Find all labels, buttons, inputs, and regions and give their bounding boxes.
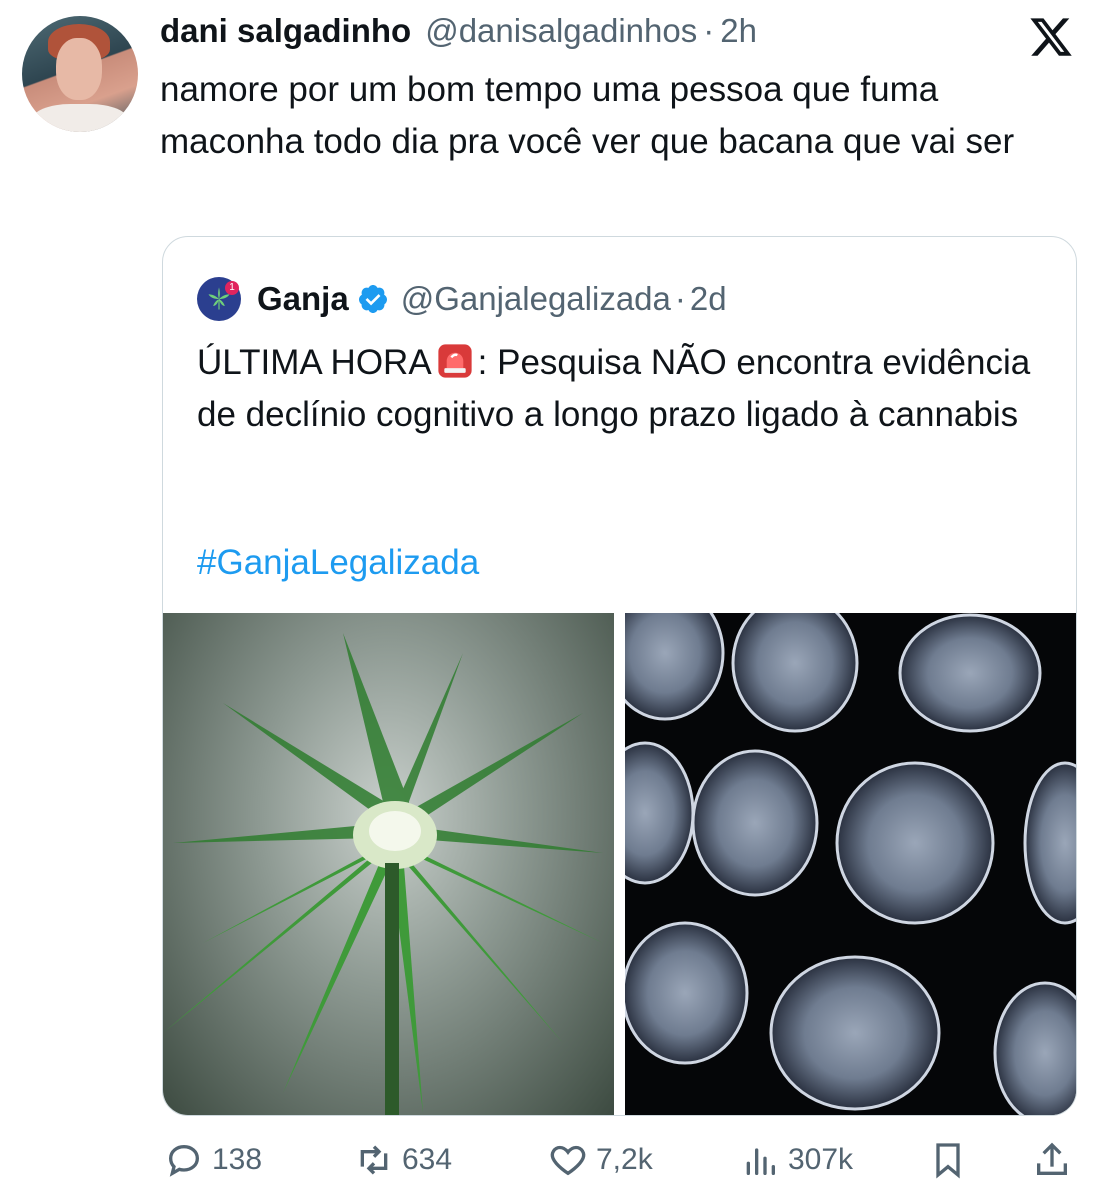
like-button[interactable]: 7,2k (548, 1132, 653, 1188)
views-chart-icon (746, 1148, 775, 1175)
cannabis-leaves-illustration (163, 633, 603, 1115)
tweet-time[interactable]: 2h (720, 12, 757, 50)
quoted-author-avatar[interactable]: 1 (197, 277, 241, 321)
avatar-face (56, 38, 102, 100)
separator-dot: · (674, 280, 686, 317)
separator-dot: · (703, 12, 715, 49)
heart-icon (550, 1145, 586, 1176)
tweet-text: namore por um bom tempo uma pessoa que f… (160, 70, 1015, 161)
share-button[interactable] (1032, 1132, 1072, 1188)
quoted-tweet[interactable]: 1 Ganja @Ganjalegalizada · 2d ÚLTIMA HOR… (162, 236, 1077, 1116)
siren-icon (438, 344, 472, 378)
x-logo-icon (1030, 18, 1072, 56)
brain-mri-image[interactable] (625, 613, 1076, 1115)
tweet-header: dani salgadinho @danisalgadinhos · 2h (160, 12, 1080, 58)
reply-count: 138 (212, 1143, 263, 1176)
media-divider (614, 613, 625, 1115)
author-name[interactable]: dani salgadinho (160, 12, 411, 50)
repost-icon (360, 1145, 388, 1175)
hashtag-link[interactable]: #GanjaLegalizada (197, 543, 479, 583)
brain-scans-illustration (625, 613, 1076, 1115)
quoted-text-lead: ÚLTIMA HORA (197, 343, 432, 382)
quoted-author-name[interactable]: Ganja (257, 280, 349, 318)
quoted-author-handle[interactable]: @Ganjalegalizada (401, 280, 671, 318)
author-handle[interactable]: @danisalgadinhos (425, 12, 697, 50)
repost-count: 634 (402, 1143, 453, 1176)
quoted-tweet-text: ÚLTIMA HORA: Pesquisa NÃO encontra evidê… (197, 337, 1057, 441)
cannabis-plant-image[interactable] (163, 613, 614, 1115)
verified-badge-icon (358, 285, 387, 313)
views-count: 307k (788, 1143, 854, 1176)
repost-button[interactable]: 634 (354, 1132, 452, 1188)
quoted-tweet-time[interactable]: 2d (690, 280, 727, 318)
quoted-tweet-header: 1 Ganja @Ganjalegalizada · 2d (197, 277, 727, 321)
views-button[interactable]: 307k (740, 1132, 853, 1188)
reply-icon (168, 1144, 200, 1177)
avatar-badge: 1 (225, 281, 239, 295)
bookmark-button[interactable] (928, 1132, 968, 1188)
tweet-actions: 138 634 7,2k 307k (160, 1132, 1080, 1188)
share-icon (1037, 1142, 1067, 1175)
bookmark-icon (936, 1143, 960, 1179)
reply-button[interactable]: 138 (164, 1132, 262, 1188)
author-avatar[interactable] (22, 16, 138, 132)
media-grid (163, 613, 1076, 1115)
avatar-shirt (32, 104, 128, 132)
like-count: 7,2k (596, 1143, 653, 1176)
